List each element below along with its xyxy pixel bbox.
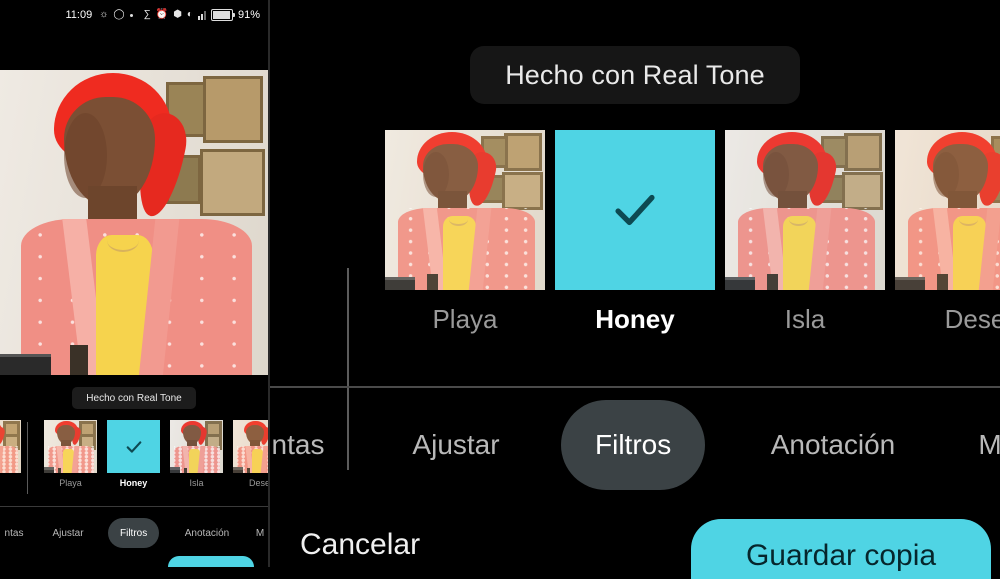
tab-filtros[interactable]: Filtros bbox=[561, 400, 706, 490]
filter-item-playa[interactable]: Playa bbox=[385, 130, 545, 335]
circle-icon: ◯ bbox=[113, 9, 125, 20]
filter-thumbnail-honey[interactable] bbox=[555, 130, 715, 290]
tab-anotacion-label: Anotación bbox=[770, 429, 896, 460]
filter-item-phone-0[interactable] bbox=[0, 420, 21, 478]
filter-item-desert[interactable]: Dese bbox=[895, 130, 1000, 335]
filter-item-honey[interactable]: Honey bbox=[555, 130, 715, 335]
save-copy-button-phone[interactable] bbox=[168, 556, 254, 567]
filter-thumbnail-desert[interactable] bbox=[895, 130, 1000, 290]
save-copy-button-label: Guardar copia bbox=[745, 539, 937, 572]
save-copy-button[interactable]: Guardar copia bbox=[691, 519, 991, 579]
tab-phone-anotacion[interactable]: Anotación bbox=[178, 518, 236, 548]
tab-anotacion[interactable]: Anotación bbox=[763, 400, 903, 490]
tab-phone-marcos-label: M bbox=[255, 527, 265, 539]
tab-ajustar-label: Ajustar bbox=[412, 429, 500, 460]
filter-label-phone-desert: Dese bbox=[248, 478, 270, 488]
filter-thumbnail-phone-0[interactable] bbox=[0, 420, 21, 473]
filter-item-phone-honey[interactable]: Honey bbox=[107, 420, 160, 488]
tab-marcos[interactable]: M bbox=[975, 400, 1000, 490]
filter-thumbnail-playa[interactable] bbox=[385, 130, 545, 290]
tab-herramientas-label: ntas bbox=[271, 429, 325, 460]
signal-icon bbox=[197, 10, 206, 20]
tab-phone-herramientas-label: ntas bbox=[4, 527, 24, 539]
tab-phone-marcos[interactable]: M bbox=[252, 518, 268, 548]
filter-item-phone-desert[interactable]: Dese bbox=[233, 420, 270, 488]
filter-label-phone-isla: Isla bbox=[189, 478, 204, 488]
toolbar-divider-phone bbox=[0, 506, 268, 507]
dot-icon bbox=[129, 13, 133, 17]
vibrate-icon: ☼ bbox=[99, 9, 109, 20]
tab-ajustar[interactable]: Ajustar bbox=[388, 400, 524, 490]
tab-phone-ajustar-label: Ajustar bbox=[52, 527, 84, 539]
phone-screenshot-overlay: 11:09 ☼ ◯ ∑ ⏰ ⬢ ◐ 91% Hecho con Real Ton… bbox=[0, 0, 270, 567]
real-tone-tooltip-phone-label: Hecho con Real Tone bbox=[86, 392, 182, 404]
wifi-icon: ◐ bbox=[186, 9, 193, 20]
filter-label-phone-playa: Playa bbox=[59, 478, 82, 488]
real-tone-tooltip-label: Hecho con Real Tone bbox=[505, 59, 765, 90]
toolbar-divider bbox=[268, 386, 1000, 388]
tab-herramientas[interactable]: ntas bbox=[258, 400, 338, 490]
check-icon bbox=[615, 194, 655, 226]
editor-tab-bar-phone[interactable]: ntas Ajustar Filtros Anotación M bbox=[0, 518, 268, 548]
tab-filtros-label: Filtros bbox=[595, 429, 672, 460]
filter-label-phone-honey: Honey bbox=[119, 478, 148, 488]
filter-item-phone-playa[interactable]: Playa bbox=[44, 420, 97, 488]
tab-marcos-label: M bbox=[978, 429, 1000, 460]
tab-phone-filtros[interactable]: Filtros bbox=[108, 518, 160, 548]
tab-phone-filtros-label: Filtros bbox=[120, 527, 148, 539]
real-tone-tooltip: Hecho con Real Tone bbox=[470, 46, 800, 104]
alarm-icon: ⏰ bbox=[155, 9, 169, 20]
tab-phone-ajustar[interactable]: Ajustar bbox=[44, 518, 92, 548]
cancel-button-label: Cancelar bbox=[300, 528, 421, 561]
tab-phone-herramientas[interactable]: ntas bbox=[0, 518, 34, 548]
edited-photo-preview[interactable] bbox=[0, 70, 268, 375]
filter-thumbnail-isla[interactable] bbox=[725, 130, 885, 290]
nfc-icon: ∑ bbox=[143, 9, 151, 20]
real-tone-tooltip-phone: Hecho con Real Tone bbox=[72, 387, 196, 409]
filter-label-honey: Honey bbox=[595, 304, 675, 334]
filter-item-phone-isla[interactable]: Isla bbox=[170, 420, 223, 488]
status-bar-clock: 11:09 bbox=[65, 9, 93, 21]
filter-thumbnail-phone-playa[interactable] bbox=[44, 420, 97, 473]
filter-item-isla[interactable]: Isla bbox=[725, 130, 885, 335]
filter-label-playa: Playa bbox=[432, 304, 498, 334]
filter-label-isla: Isla bbox=[784, 304, 826, 334]
bluetooth-icon: ⬢ bbox=[173, 9, 182, 20]
status-bar: 11:09 ☼ ◯ ∑ ⏰ ⬢ ◐ 91% bbox=[0, 0, 268, 30]
filter-strip-phone[interactable]: Playa Honey Isla Dese bbox=[0, 420, 268, 500]
check-icon-phone bbox=[126, 440, 141, 453]
filter-thumbnail-phone-isla[interactable] bbox=[170, 420, 223, 473]
tab-phone-anotacion-label: Anotación bbox=[184, 527, 230, 539]
filter-thumbnail-phone-honey[interactable] bbox=[107, 420, 160, 473]
cancel-button[interactable]: Cancelar bbox=[300, 528, 420, 562]
filter-label-desert: Dese bbox=[944, 304, 1000, 334]
battery-icon bbox=[210, 9, 235, 21]
battery-percent-label: 91% bbox=[237, 9, 260, 21]
filter-thumbnail-phone-desert[interactable] bbox=[233, 420, 268, 473]
